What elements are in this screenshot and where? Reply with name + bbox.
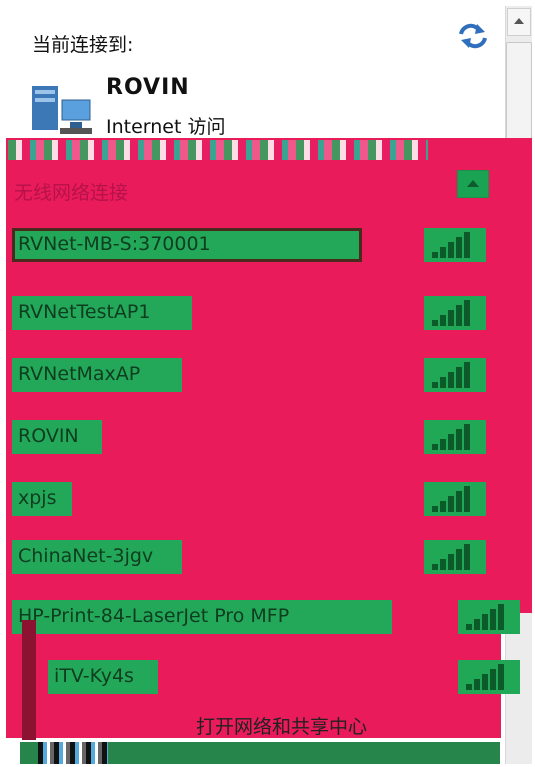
network-item-label: RVNetMaxAP: [18, 363, 141, 385]
network-item[interactable]: HP-Print-84-LaserJet Pro MFP: [12, 600, 392, 634]
network-item[interactable]: iTV-Ky4s: [48, 660, 158, 694]
wireless-section-title: 无线网络连接: [14, 182, 129, 204]
connection-access-status: Internet 访问: [106, 116, 226, 138]
wifi-signal-icon: [458, 600, 520, 634]
network-flyout: 当前连接到: ROVIN Internet 访问 无线网络连接 RVNet-MB…: [0, 0, 535, 767]
glitch-stripe: [8, 140, 428, 160]
wifi-signal-icon: [424, 540, 486, 574]
wifi-signal-icon: [424, 420, 486, 454]
network-item[interactable]: RVNetTestAP1: [12, 296, 192, 330]
overlay-region-right: [498, 138, 532, 613]
network-item-label: xpjs: [18, 487, 57, 509]
taskbar-icon: [38, 742, 108, 764]
network-item-label: RVNet-MB-S:370001: [18, 233, 211, 255]
connected-network-name: ROVIN: [106, 75, 190, 100]
open-network-sharing-center-link[interactable]: 打开网络和共享中心: [196, 712, 367, 739]
wifi-signal-icon: [424, 228, 486, 262]
network-item[interactable]: RVNet-MB-S:370001: [12, 228, 362, 262]
network-item[interactable]: ROVIN: [12, 420, 102, 454]
current-connection-label: 当前连接到:: [32, 34, 134, 56]
glitch-bar: [22, 620, 36, 740]
wifi-signal-icon: [458, 660, 520, 694]
network-item[interactable]: xpjs: [12, 482, 72, 516]
network-item-label: ChinaNet-3jgv: [18, 545, 154, 567]
network-item-label: HP-Print-84-LaserJet Pro MFP: [18, 605, 290, 627]
wifi-signal-icon: [424, 482, 486, 516]
network-item[interactable]: ChinaNet-3jgv: [12, 540, 182, 574]
network-item-label: ROVIN: [18, 425, 79, 447]
network-item[interactable]: RVNetMaxAP: [12, 358, 182, 392]
network-computer-icon: [26, 78, 96, 140]
wifi-signal-icon: [424, 296, 486, 330]
network-item-label: RVNetTestAP1: [18, 301, 151, 323]
refresh-icon[interactable]: [455, 22, 491, 50]
wifi-signal-icon: [424, 358, 486, 392]
chevron-up-icon[interactable]: [457, 170, 489, 198]
network-item-label: iTV-Ky4s: [54, 665, 134, 687]
scroll-up-button[interactable]: [507, 8, 531, 36]
